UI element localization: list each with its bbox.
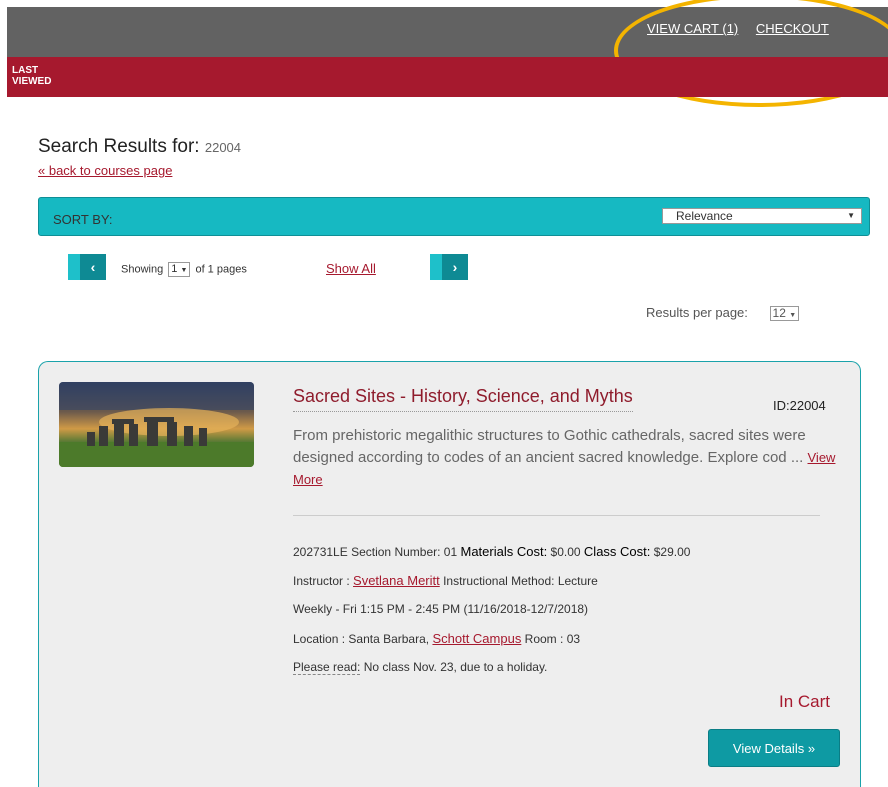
section-number: 01 — [443, 545, 458, 559]
materials-label: Materials Cost: — [460, 544, 548, 559]
note-text: No class Nov. 23, due to a holiday. — [363, 660, 548, 674]
method-label: Instructional Method: — [443, 574, 555, 588]
page-select-value: 1 — [171, 263, 178, 275]
method-value: Lecture — [557, 574, 598, 588]
top-nav: VIEW CART (1) CHECKOUT — [647, 21, 843, 36]
view-cart-link[interactable]: VIEW CART (1) — [647, 21, 738, 36]
materials-cost: $0.00 — [550, 545, 581, 559]
section-label: Section Number: — [351, 545, 441, 559]
location-value: Santa Barbara, — [348, 632, 430, 646]
back-to-courses-link[interactable]: « back to courses page — [38, 163, 172, 178]
instructor-link[interactable]: Svetlana Meritt — [353, 573, 440, 588]
chevron-right-icon: › — [442, 254, 468, 280]
showing-text: Showing 1 ▼ of 1 pages — [121, 262, 247, 277]
results-per-page: Results per page: 12 ▼ — [646, 305, 801, 322]
course-location: Location : Santa Barbara, Schott Campus … — [293, 631, 580, 646]
last-viewed-line1: LAST — [12, 65, 39, 76]
prev-button-pad — [68, 254, 80, 280]
note-label: Please read: — [293, 660, 361, 675]
sort-label: SORT BY: — [53, 212, 113, 227]
description-text: From prehistoric megalithic structures t… — [293, 427, 806, 466]
results-per-page-label: Results per page: — [646, 305, 748, 320]
next-page-button[interactable]: › — [430, 254, 468, 280]
room-value: 03 — [566, 632, 581, 646]
course-note: Please read: No class Nov. 23, due to a … — [293, 660, 548, 675]
course-title-link[interactable]: Sacred Sites - History, Science, and Myt… — [293, 386, 633, 412]
course-id: ID:22004 — [773, 398, 826, 413]
dropdown-arrow-icon: ▼ — [847, 211, 855, 220]
showing-label: Showing — [121, 263, 164, 276]
course-instructor: Instructor : Svetlana Meritt Instruction… — [293, 573, 598, 588]
course-card: Sacred Sites - History, Science, and Myt… — [38, 361, 861, 787]
chevron-left-icon: ‹ — [80, 254, 106, 280]
class-cost-label: Class Cost: — [583, 544, 651, 559]
course-schedule: Weekly - Fri 1:15 PM - 2:45 PM (11/16/20… — [293, 602, 589, 616]
results-per-page-value: 12 — [772, 306, 786, 321]
next-button-pad — [430, 254, 442, 280]
stonehenge-image — [59, 382, 254, 467]
of-pages-label: of 1 pages — [195, 263, 247, 276]
dropdown-arrow-icon: ▼ — [180, 267, 188, 274]
course-costs: 202731LE Section Number: 01 Materials Co… — [293, 544, 690, 559]
page-select[interactable]: 1 ▼ — [168, 262, 191, 277]
sort-selected: Relevance — [676, 209, 733, 223]
prev-page-button[interactable]: ‹ — [68, 254, 106, 280]
dropdown-arrow-icon: ▼ — [789, 312, 797, 320]
divider — [293, 515, 820, 516]
view-details-button[interactable]: View Details » — [708, 729, 840, 767]
sort-bar: SORT BY: Relevance ▼ — [38, 197, 870, 236]
campus-link[interactable]: Schott Campus — [432, 631, 521, 646]
instructor-label: Instructor : — [293, 574, 350, 588]
course-thumbnail[interactable] — [59, 382, 254, 467]
class-cost: $29.00 — [653, 545, 691, 559]
last-viewed-line2: VIEWED — [12, 76, 52, 87]
pagination: ‹ Showing 1 ▼ of 1 pages Show All › — [68, 254, 488, 282]
show-all-link[interactable]: Show All — [326, 261, 376, 276]
course-code: 202731LE — [293, 545, 348, 559]
course-description: From prehistoric megalithic structures t… — [293, 425, 838, 491]
page-title-label: Search Results for: — [38, 136, 200, 157]
results-per-page-select[interactable]: 12 ▼ — [769, 306, 800, 322]
search-query: 22004 — [204, 140, 242, 155]
room-label: Room : — [524, 632, 564, 646]
checkout-link[interactable]: CHECKOUT — [756, 21, 829, 36]
in-cart-status: In Cart — [779, 692, 831, 711]
page-title: Search Results for: 22004 — [38, 136, 241, 158]
sort-select[interactable]: Relevance ▼ — [662, 208, 862, 224]
location-label: Location : — [293, 632, 346, 646]
last-viewed-toggle[interactable]: LAST VIEWED — [12, 65, 51, 87]
last-viewed-bar: LAST VIEWED — [7, 57, 888, 97]
